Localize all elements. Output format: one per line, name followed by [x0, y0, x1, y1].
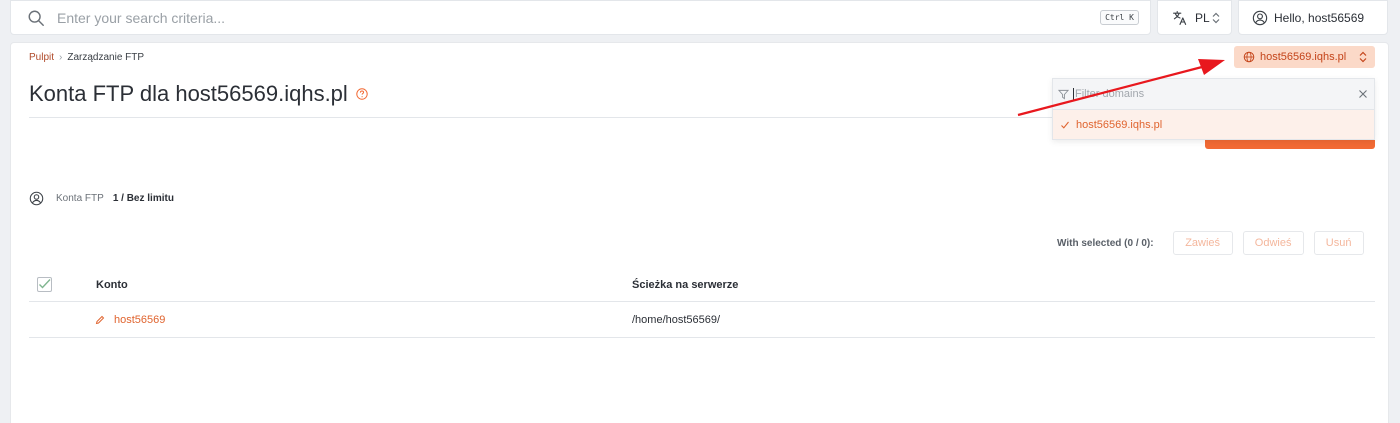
- user-icon: [1252, 10, 1268, 25]
- domain-option-label: host56569.iqhs.pl: [1076, 118, 1163, 131]
- page-title: Konta FTP dla host56569.iqhs.pl: [29, 81, 368, 107]
- check-icon: [1061, 121, 1069, 129]
- breadcrumb-current: Zarządzanie FTP: [67, 52, 145, 63]
- breadcrumb-separator-icon: ›: [59, 52, 63, 63]
- user-menu[interactable]: Hello, host56569: [1238, 0, 1388, 35]
- unsuspend-button[interactable]: Odwieś: [1242, 231, 1304, 255]
- table-header: Konto Ścieżka na serwerze: [29, 271, 1375, 302]
- domain-filter-input[interactable]: [1073, 88, 1333, 100]
- search-input[interactable]: [57, 9, 1150, 26]
- column-header-account: Konto: [96, 279, 128, 291]
- help-icon[interactable]: [356, 88, 368, 100]
- main-card: Pulpit › Zarządzanie FTP host56569.iqhs.…: [10, 42, 1389, 423]
- page-title-text: Konta FTP dla host56569.iqhs.pl: [29, 81, 348, 106]
- close-icon[interactable]: [1358, 89, 1368, 99]
- chevron-updown-icon: [1359, 51, 1367, 63]
- ftp-accounts-stats: Konta FTP 1 / Bez limitu: [29, 191, 174, 206]
- bulk-actions-label: With selected (0 / 0):: [1057, 237, 1154, 249]
- domain-option[interactable]: host56569.iqhs.pl: [1053, 110, 1374, 139]
- breadcrumb: Pulpit › Zarządzanie FTP: [29, 52, 144, 63]
- search-icon: [28, 10, 44, 26]
- search-bar[interactable]: Ctrl K: [10, 0, 1151, 35]
- domain-selector-label: host56569.iqhs.pl: [1260, 51, 1347, 63]
- user-greeting: Hello, host56569: [1274, 10, 1365, 25]
- delete-button[interactable]: Usuń: [1313, 231, 1364, 255]
- breadcrumb-home-link[interactable]: Pulpit: [29, 52, 54, 63]
- account-path: /home/host56569/: [632, 314, 721, 326]
- stats-label: Konta FTP: [56, 193, 104, 204]
- filter-icon: [1058, 89, 1069, 100]
- domain-filter: [1053, 79, 1374, 110]
- stats-value: 1 / Bez limitu: [112, 193, 174, 204]
- globe-icon: [1243, 51, 1255, 63]
- domain-selector-button[interactable]: host56569.iqhs.pl: [1234, 46, 1375, 68]
- chevron-updown-icon: [1212, 12, 1220, 24]
- title-divider: [29, 117, 1059, 118]
- account-link[interactable]: host56569: [114, 314, 165, 326]
- translate-icon: [1173, 10, 1187, 25]
- select-all-checkbox[interactable]: [37, 277, 52, 292]
- search-shortcut-badge: Ctrl K: [1100, 10, 1139, 25]
- column-header-path: Ścieżka na serwerze: [632, 279, 739, 291]
- check-icon: [39, 279, 51, 289]
- language-selector[interactable]: PL: [1157, 0, 1232, 35]
- bulk-actions: With selected (0 / 0): Zawieś Odwieś Usu…: [1057, 231, 1364, 255]
- suspend-button[interactable]: Zawieś: [1172, 231, 1233, 255]
- language-label: PL: [1195, 10, 1210, 25]
- user-icon: [29, 191, 44, 206]
- table-row: host56569 /home/host56569/: [29, 302, 1375, 338]
- pencil-icon[interactable]: [95, 315, 105, 325]
- domain-dropdown: host56569.iqhs.pl: [1052, 78, 1375, 140]
